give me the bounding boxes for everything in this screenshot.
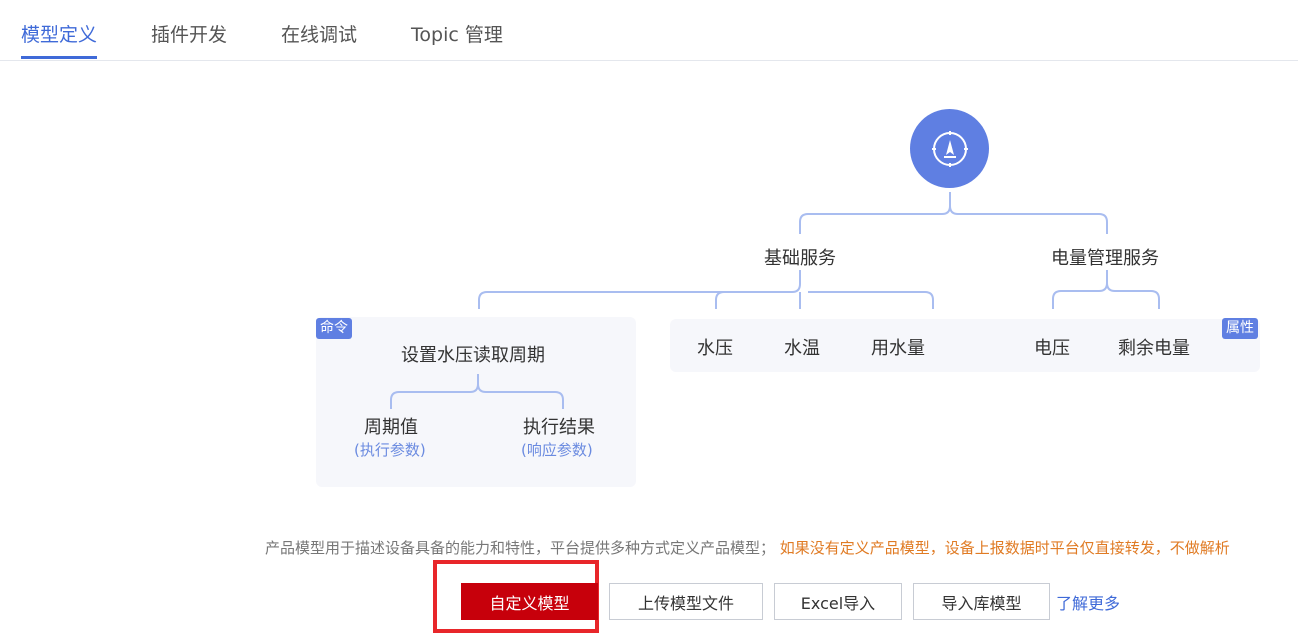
param-name: 周期值 (364, 417, 418, 438)
service-power-management: 电量管理服务 (1051, 248, 1159, 269)
property-item: 剩余电量 (1118, 338, 1190, 359)
description-text: 产品模型用于描述设备具备的能力和特性，平台提供多种方式定义产品模型； (265, 539, 776, 557)
upload-model-file-button[interactable]: 上传模型文件 (609, 583, 763, 620)
param-type: (执行参数) (354, 441, 426, 459)
import-library-model-button[interactable]: 导入库模型 (913, 583, 1050, 620)
param-type: (响应参数) (521, 441, 593, 459)
property-item: 水压 (697, 338, 733, 359)
property-item: 电压 (1034, 338, 1070, 359)
custom-model-button[interactable]: 自定义模型 (461, 583, 598, 620)
model-description: 产品模型用于描述设备具备的能力和特性，平台提供多种方式定义产品模型； 如果没有定… (265, 537, 1298, 558)
excel-import-button[interactable]: Excel导入 (774, 583, 902, 620)
product-model-root (910, 109, 989, 188)
command-connector (390, 374, 564, 409)
root-connector (799, 192, 1108, 234)
param-name: 执行结果 (523, 417, 595, 438)
description-warning: 如果没有定义产品模型，设备上报数据时平台仅直接转发，不做解析 (779, 539, 1230, 557)
compass-icon (931, 130, 968, 167)
property-item: 用水量 (871, 338, 925, 359)
model-diagram: 基础服务 电量管理服务 命令 属性 设置水压读取周期 周期值 (执行参数) 执行… (0, 0, 1298, 520)
property-tag: 属性 (1222, 318, 1258, 339)
learn-more-link[interactable]: 了解更多 (1056, 590, 1120, 614)
property-item: 水温 (784, 338, 820, 359)
basic-service-connector (478, 270, 934, 309)
power-service-connector (1052, 270, 1160, 309)
command-name: 设置水压读取周期 (401, 345, 545, 366)
command-tag: 命令 (316, 318, 352, 339)
service-basic: 基础服务 (764, 248, 836, 269)
